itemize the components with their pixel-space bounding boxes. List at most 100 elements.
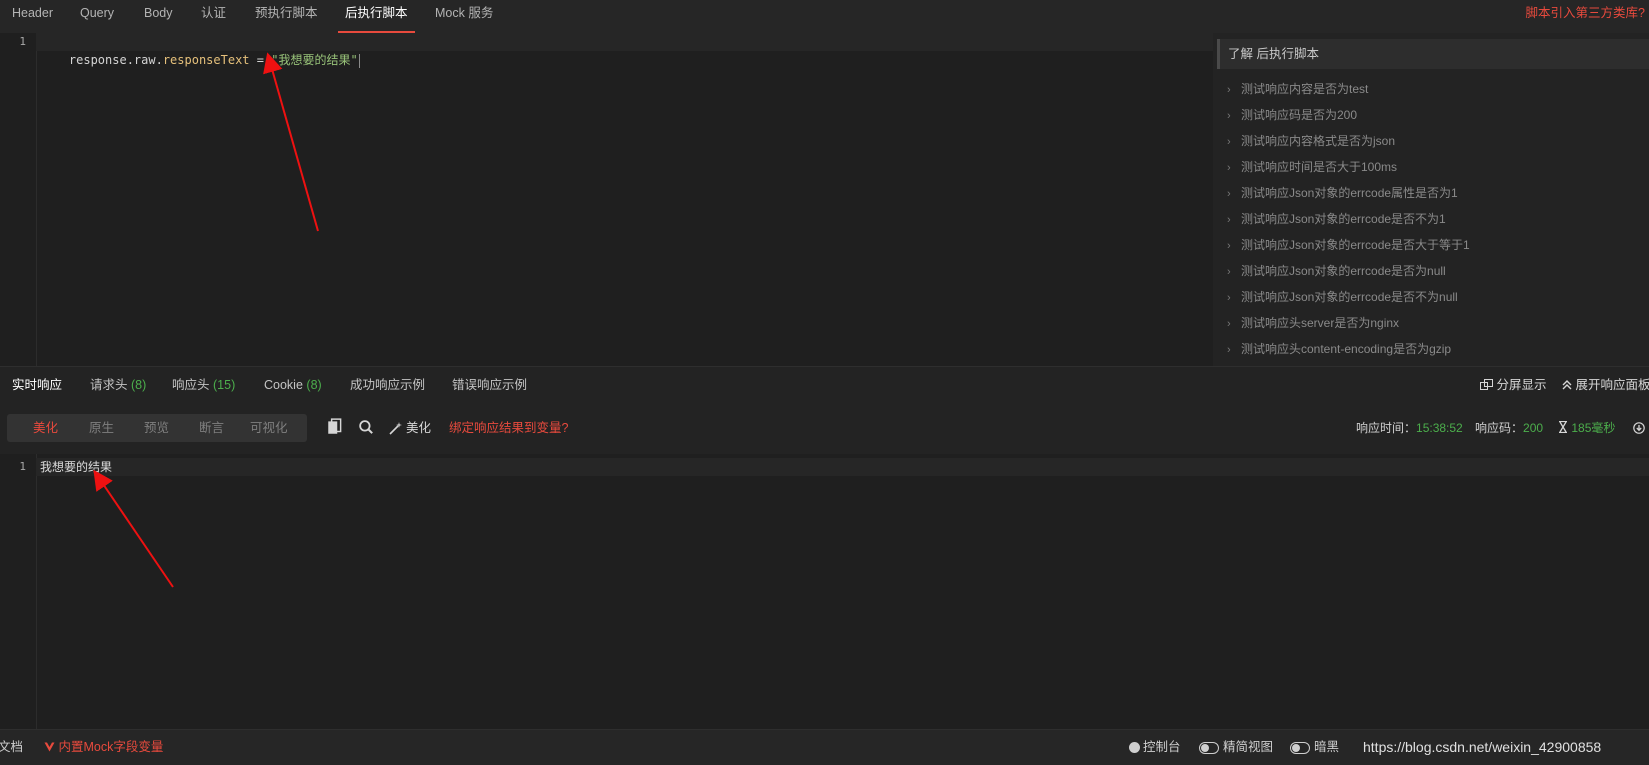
- status-code-value: 200: [1523, 421, 1544, 435]
- response-toolbar: 美化 原生 预览 断言 可视化 美化 绑定响应结果到变量? 响应时间：15:38…: [0, 404, 1649, 454]
- snippet-label: 测试响应码是否为200: [1241, 108, 1358, 122]
- tab-success-example[interactable]: 成功响应示例: [350, 367, 425, 405]
- snippet-item[interactable]: › 测试响应头server是否为nginx: [1213, 313, 1399, 333]
- split-view-label: 分屏显示: [1496, 378, 1547, 392]
- snippet-item[interactable]: › 测试响应Json对象的errcode是否不为null: [1213, 287, 1458, 307]
- mode-preview[interactable]: 预览: [144, 414, 169, 442]
- response-text: 我想要的结果: [40, 460, 113, 474]
- snippet-item[interactable]: › 测试响应Json对象的errcode是否大于等于1: [1213, 235, 1470, 255]
- v-logo-icon: [44, 742, 55, 752]
- compact-view-label: 精简视图: [1223, 740, 1274, 754]
- code-line[interactable]: response.raw.responseText = "我想要的结果": [40, 33, 360, 68]
- expand-response-panel-button[interactable]: 展开响应面板: [1562, 367, 1649, 405]
- magic-wand-icon: [389, 422, 402, 435]
- snippet-item[interactable]: › 测试响应内容是否为test: [1213, 79, 1368, 99]
- tab-cookie[interactable]: Cookie (8): [264, 367, 322, 405]
- tab-label: 请求头: [90, 378, 128, 392]
- snippet-label: 测试响应Json对象的errcode是否不为null: [1241, 290, 1458, 304]
- snippet-item[interactable]: › 测试响应时间是否大于100ms: [1213, 157, 1397, 177]
- chevron-right-icon: ›: [1227, 292, 1231, 304]
- chevron-right-icon: ›: [1227, 136, 1231, 148]
- tab-mock-service[interactable]: Mock 服务: [435, 0, 493, 33]
- snippet-item[interactable]: › 测试响应Json对象的errcode是否为null: [1213, 261, 1446, 281]
- snippet-label: 测试响应Json对象的errcode是否大于等于1: [1241, 238, 1470, 252]
- mode-beautify[interactable]: 美化: [33, 414, 58, 442]
- chevron-right-icon: ›: [1227, 214, 1231, 226]
- line-number: 1: [19, 460, 26, 473]
- snippet-label: 测试响应头content-encoding是否为gzip: [1241, 342, 1452, 356]
- count-badge: (8): [131, 378, 147, 392]
- compact-view-toggle[interactable]: 精简视图: [1199, 730, 1273, 765]
- dark-mode-toggle[interactable]: 暗黑: [1290, 730, 1339, 765]
- tab-request-headers[interactable]: 请求头 (8): [90, 367, 146, 405]
- toggle-icon: [1290, 741, 1310, 754]
- mode-visualize[interactable]: 可视化: [250, 414, 288, 442]
- tab-post-script[interactable]: 后执行脚本: [338, 0, 414, 33]
- dark-mode-label: 暗黑: [1314, 740, 1340, 754]
- tab-label: 响应头: [172, 378, 210, 392]
- response-time: 响应时间：15:38:52: [1356, 414, 1463, 442]
- code-string: "我想要的结果": [271, 53, 358, 67]
- snippet-panel-title: 了解 后执行脚本: [1217, 39, 1649, 69]
- tab-response-headers[interactable]: 响应头 (15): [172, 367, 235, 405]
- snippet-item[interactable]: › 测试响应Json对象的errcode属性是否为1: [1213, 183, 1458, 203]
- status-code-label: 响应码：: [1475, 421, 1524, 435]
- search-icon[interactable]: [358, 418, 374, 436]
- download-icon[interactable]: [1633, 422, 1645, 434]
- snippet-label: 测试响应Json对象的errcode属性是否为1: [1241, 186, 1458, 200]
- tab-auth[interactable]: 认证: [201, 0, 226, 33]
- chevron-right-icon: ›: [1227, 162, 1231, 174]
- line-number: 1: [19, 35, 26, 48]
- code-property: responseText: [162, 53, 250, 67]
- view-mode-switch: 美化 原生 预览 断言 可视化: [7, 414, 307, 442]
- snippet-label: 测试响应Json对象的errcode是否不为1: [1241, 212, 1446, 226]
- chevron-right-icon: ›: [1227, 318, 1231, 330]
- snippet-label: 测试响应内容格式是否为json: [1241, 134, 1396, 148]
- tab-realtime-response[interactable]: 实时响应: [5, 367, 69, 406]
- response-time-label: 响应时间：: [1356, 421, 1417, 435]
- post-script-editor[interactable]: 1 response.raw.responseText = "我想要的结果": [0, 33, 1213, 366]
- tab-error-example[interactable]: 错误响应示例: [452, 367, 527, 405]
- console-icon: [1129, 742, 1140, 754]
- split-view-icon: [1480, 379, 1493, 390]
- console-button[interactable]: 控制台: [1129, 730, 1181, 765]
- snippet-panel: 了解 后执行脚本 › 测试响应内容是否为test › 测试响应码是否为200 › 测试响应…: [1213, 33, 1649, 366]
- mode-raw[interactable]: 原生: [89, 414, 114, 442]
- tab-label: Cookie: [264, 378, 303, 392]
- response-body-viewer[interactable]: 1 我想要的结果: [0, 454, 1649, 729]
- bind-response-to-variable-link[interactable]: 绑定响应结果到变量?: [449, 414, 568, 442]
- docs-link[interactable]: 文档: [0, 730, 23, 765]
- chevron-right-icon: ›: [1227, 110, 1231, 122]
- snippet-label: 测试响应头server是否为nginx: [1241, 316, 1400, 330]
- mock-variables-link[interactable]: 内置Mock字段变量: [44, 730, 163, 765]
- request-tabs-bar: Header Query Body 认证 预执行脚本 后执行脚本 Mock 服务…: [0, 0, 1649, 34]
- console-label: 控制台: [1143, 740, 1181, 754]
- beautify-button[interactable]: 美化: [389, 414, 431, 442]
- active-line-highlight: [36, 458, 1649, 476]
- status-bar: 文档 内置Mock字段变量 控制台 精简视图 暗黑 https://blog.c…: [0, 729, 1649, 765]
- code-operator: =: [249, 53, 272, 67]
- status-code: 响应码：200: [1475, 414, 1543, 442]
- third-party-lib-link[interactable]: 脚本引入第三方类库?: [1526, 0, 1645, 27]
- duration: 185毫秒: [1558, 414, 1615, 442]
- copy-icon[interactable]: [327, 418, 343, 436]
- snippet-item[interactable]: › 测试响应码是否为200: [1213, 105, 1357, 125]
- count-badge: (15): [213, 378, 236, 392]
- count-badge: (8): [306, 378, 322, 392]
- double-chevron-up-icon: [1562, 380, 1572, 390]
- snippet-item[interactable]: › 测试响应Json对象的errcode是否不为1: [1213, 209, 1446, 229]
- tab-body[interactable]: Body: [144, 0, 173, 33]
- code-object: response.raw.: [68, 53, 163, 67]
- tab-query[interactable]: Query: [80, 0, 114, 33]
- split-view-button[interactable]: 分屏显示: [1480, 367, 1547, 405]
- mode-assert[interactable]: 断言: [199, 414, 224, 442]
- tab-header[interactable]: Header: [12, 0, 53, 33]
- toggle-icon: [1199, 741, 1219, 754]
- snippet-label: 测试响应时间是否大于100ms: [1241, 160, 1398, 174]
- beautify-label: 美化: [406, 421, 432, 435]
- editor-gutter: 1: [0, 33, 37, 366]
- snippet-item[interactable]: › 测试响应内容格式是否为json: [1213, 131, 1395, 151]
- tab-pre-script[interactable]: 预执行脚本: [255, 0, 318, 33]
- snippet-item[interactable]: › 测试响应头content-encoding是否为gzip: [1213, 339, 1451, 359]
- response-gutter: 1: [0, 454, 37, 729]
